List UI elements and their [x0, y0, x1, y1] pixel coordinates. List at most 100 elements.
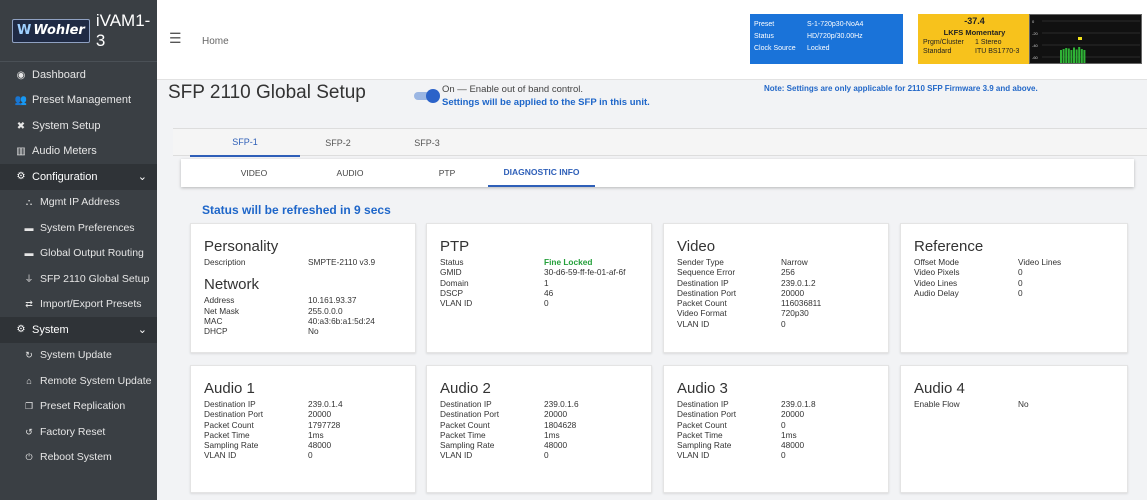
audio-3-card: Audio 3 Destination IP 239.0.1.8 Destinatio… [663, 365, 889, 493]
card-row-key: Sequence Error [677, 267, 736, 278]
sidebar-item-content: ⛬ Mgmt IP Address [22, 196, 120, 208]
wohler-logo: W Wohler [12, 18, 90, 43]
card-row-value: 46 [544, 287, 554, 298]
card-title: Personality [204, 238, 279, 255]
chevron-down-icon: ⌄ [137, 324, 147, 337]
sidebar-item-content: ◉ Dashboard [14, 69, 86, 81]
card-title: Audio 1 [204, 380, 255, 397]
card-row-value: 0 [544, 298, 549, 309]
card-title: Video [677, 238, 716, 255]
card-row-value: Narrow [781, 257, 808, 267]
out-of-band-toggle[interactable] [414, 89, 440, 103]
tab-audio[interactable]: AUDIO [300, 159, 400, 187]
tab-ptp[interactable]: PTP [401, 159, 493, 187]
sidebar-item-content: ⚙ System [14, 324, 69, 336]
card-row-key: Packet Time [440, 429, 486, 440]
sidebar-item-label: SFP 2110 Global Setup [40, 273, 150, 286]
sidebar-item-preset-management[interactable]: 👥 Preset Management [0, 88, 157, 114]
sidebar-item-system-update[interactable]: ↻ System Update [0, 343, 157, 369]
breadcrumb[interactable]: Home [202, 36, 229, 47]
card-row: Packet Time 1ms [440, 430, 651, 440]
loudness-title: LKFS Momentary [943, 28, 1006, 37]
card-row-key: Video Lines [914, 277, 958, 288]
panel-value: S-1-720p30-NoA4 [807, 20, 864, 28]
card-row-value: 48000 [308, 440, 332, 451]
sidebar-item-global-output-routing[interactable]: ▬ Global Output Routing [0, 241, 157, 267]
card-row: Destination IP 239.0.1.4 [204, 399, 415, 409]
tab-video[interactable]: VIDEO [199, 159, 309, 187]
tab-sfp-3[interactable]: SFP-3 [372, 129, 482, 157]
sidebar-item-label: System Setup [32, 119, 101, 132]
sidebar-item-dashboard[interactable]: ◉ Dashboard [0, 62, 157, 88]
meter-bar [1062, 49, 1065, 63]
sidebar-item-label: Configuration [32, 170, 98, 183]
panel-row: Prgm/Cluster 1 Stereo [918, 39, 1031, 46]
card-row-key: VLAN ID [677, 450, 710, 461]
sidebar-item-remote-system-update[interactable]: ⌂ Remote System Update [0, 368, 157, 394]
sidebar-item-import-export-presets[interactable]: ⇄ Import/Export Presets [0, 292, 157, 318]
sidebar-item-audio-meters[interactable]: ▥ Audio Meters [0, 139, 157, 165]
card-row-value: 20000 [544, 409, 568, 420]
chevron-down-icon: ⌄ [137, 171, 147, 184]
card-title: Audio 2 [440, 380, 491, 397]
sidebar-item-sfp-2110-global-setup[interactable]: ⏚ SFP 2110 Global Setup [0, 266, 157, 292]
sidebar-item-label: Global Output Routing [40, 247, 144, 260]
sidebar-item-system-preferences[interactable]: ▬ System Preferences [0, 215, 157, 241]
card-row: Packet Count 0 [677, 420, 888, 430]
sidebar-item-content: ▥ Audio Meters [14, 145, 97, 157]
card-row: VLAN ID 0 [204, 450, 415, 460]
sidebar-item-preset-replication[interactable]: ❐ Preset Replication [0, 394, 157, 420]
card-subtitle: Network [204, 276, 260, 294]
card-row-key: Sender Type [677, 257, 724, 267]
refresh-status: Status will be refreshed in 9 secs [202, 203, 391, 217]
brand[interactable]: W Wohler iVAM1-3 [0, 0, 157, 62]
card-title: Audio 3 [677, 380, 728, 397]
sidebar-item-mgmt-ip-address[interactable]: ⛬ Mgmt IP Address [0, 190, 157, 216]
card-row-key: VLAN ID [204, 450, 237, 461]
panel-row: Clock Source Locked [754, 42, 899, 54]
card-row-key: Description [204, 257, 246, 267]
sidebar-item-label: Dashboard [32, 68, 86, 81]
card-row-value: 1797728 [308, 419, 341, 430]
card-row-value: 20000 [781, 409, 805, 420]
panel-key: Standard [923, 48, 952, 55]
card-row-key: VLAN ID [440, 450, 473, 461]
card-row-key: Destination Port [440, 409, 500, 420]
sidebar-item-content: ↻ System Update [22, 349, 112, 361]
card-row-value: 239.0.1.2 [781, 277, 816, 288]
sidebar-item-reboot-system[interactable]: ⏻ Reboot System [0, 445, 157, 471]
card-row-key: VLAN ID [440, 298, 473, 309]
sidebar-item-factory-reset[interactable]: ↺ Factory Reset [0, 419, 157, 445]
audio-meter-graph: 0 -20 -40 -60 [1032, 19, 1140, 63]
card-row-key: Packet Count [677, 419, 727, 430]
card-row: Packet Time 1ms [204, 430, 415, 440]
card-row-key: MAC [204, 315, 223, 326]
sidebar-item-configuration[interactable]: ⚙ Configuration ⌄ [0, 164, 157, 190]
audio-meter[interactable]: 0 -20 -40 -60 [1029, 14, 1142, 64]
card-row: Destination IP 239.0.1.8 [677, 399, 888, 409]
top-bar: ☰ Home Preset S-1-720p30-NoA4 Status HD/… [157, 0, 1147, 80]
card-row-value: 1804628 [544, 419, 577, 430]
device-name: iVAM1-3 [95, 10, 151, 50]
sidebar-item-system[interactable]: ⚙ System ⌄ [0, 317, 157, 343]
panel-value: HD/720p/30.00Hz [807, 32, 863, 40]
card-row-value: 20000 [308, 409, 332, 420]
card-row-key: Destination IP [440, 399, 492, 409]
card-row-value: SMPTE-2110 v3.9 [308, 257, 376, 267]
sidebar-item-system-setup[interactable]: ✖ System Setup [0, 113, 157, 139]
tab-diagnostic-info[interactable]: DIAGNOSTIC INFO [488, 159, 595, 187]
card-row: MAC 40:a3:6b:a1:5d:24 [204, 316, 415, 326]
menu-icon[interactable]: ☰ [169, 30, 182, 47]
toggle-label: On — Enable out of band control. [442, 84, 584, 95]
card-row-key: Packet Count [204, 419, 254, 430]
sync-icon: ↻ [25, 350, 33, 361]
power-icon: ⏻ [25, 452, 33, 463]
sidebar-item-content: ⚙ Configuration [14, 170, 98, 183]
card-row: Packet Count 1804628 [440, 420, 651, 430]
card-row-key: Domain [440, 277, 469, 288]
card-row: Net Mask 255.0.0.0 [204, 306, 415, 316]
card-row-key: Destination IP [677, 277, 729, 288]
sidebar-item-label: Remote System Update [40, 374, 152, 387]
remote-icon: ⌂ [26, 375, 32, 386]
card-row: Offset Mode Video Lines [914, 257, 1127, 267]
